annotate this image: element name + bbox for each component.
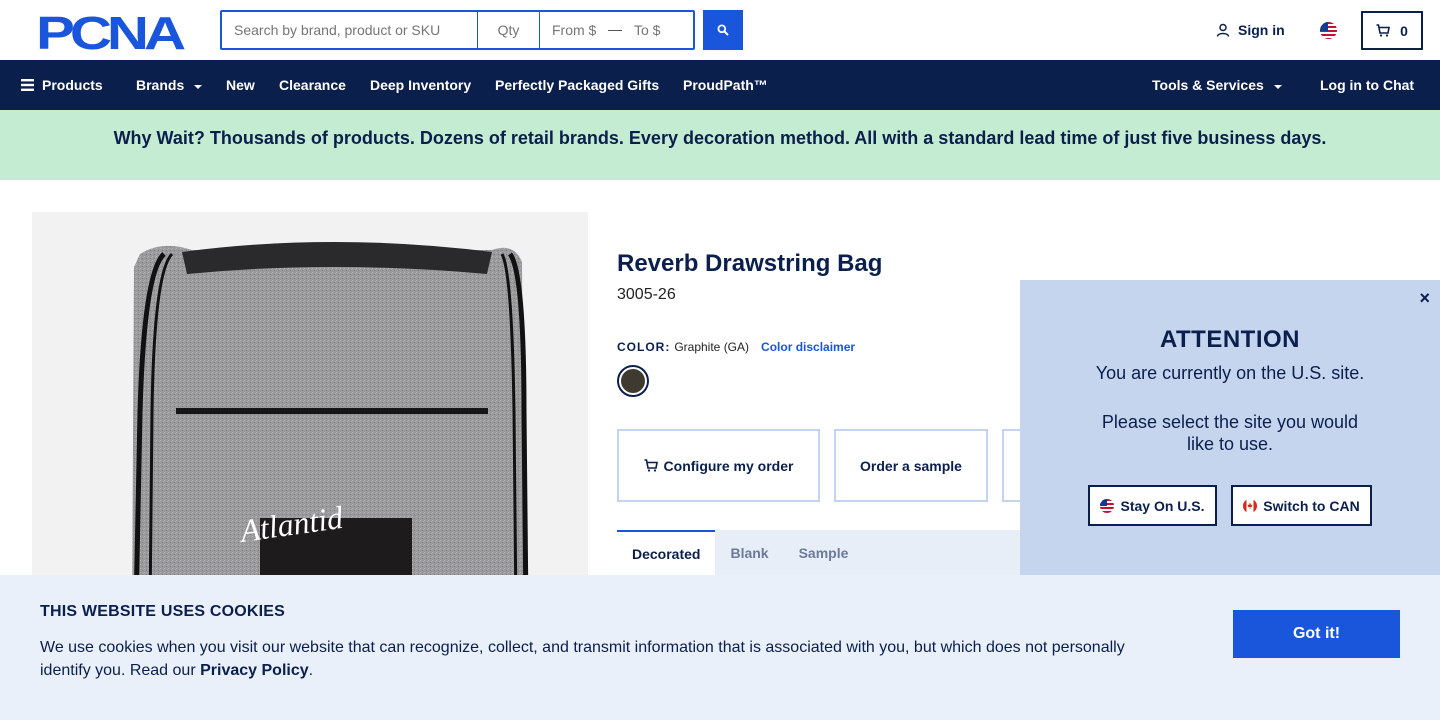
search-button[interactable] <box>703 10 743 50</box>
tab-decorated[interactable]: Decorated <box>617 530 716 575</box>
cart-count: 0 <box>1400 22 1408 39</box>
canada-flag-icon <box>1243 498 1258 513</box>
color-swatch-graphite[interactable] <box>617 365 649 397</box>
nav-brands[interactable]: Brands <box>136 60 203 110</box>
nav-deep-inventory[interactable]: Deep Inventory <box>370 60 471 110</box>
qty-input[interactable] <box>478 12 540 48</box>
switch-can-button[interactable]: Switch to CAN <box>1231 485 1372 526</box>
nav-clearance-label: Clearance <box>279 77 346 93</box>
search-bar <box>220 10 695 50</box>
sign-in-label: Sign in <box>1238 22 1285 38</box>
nav-new[interactable]: New <box>226 60 255 110</box>
color-label: COLOR: <box>617 340 671 354</box>
close-icon[interactable]: × <box>1419 288 1430 309</box>
color-disclaimer-link[interactable]: Color disclaimer <box>761 340 855 354</box>
popup-message: You are currently on the U.S. site. <box>1095 363 1365 383</box>
nav-products-label: Products <box>42 77 103 93</box>
color-value: Graphite (GA) <box>674 340 750 354</box>
cookie-text: We use cookies when you visit our websit… <box>40 636 1160 682</box>
chevron-down-icon <box>1273 84 1282 89</box>
search-input[interactable] <box>222 12 478 48</box>
tab-sample[interactable]: Sample <box>784 530 864 575</box>
popup-title: ATTENTION <box>1159 326 1301 353</box>
nav-brands-label: Brands <box>136 77 185 93</box>
nav-gifts-label: Perfectly Packaged Gifts <box>495 77 660 93</box>
logo-text: PCNA <box>36 11 185 51</box>
main-nav: Products Brands New Clearance Deep Inven… <box>0 60 1440 110</box>
configure-order-label: Configure my order <box>663 457 794 474</box>
cookie-title: THIS WEBSITE USES COOKIES <box>40 603 286 620</box>
menu-icon <box>21 79 34 91</box>
color-row: COLOR: Graphite (GA) Color disclaimer <box>617 340 855 354</box>
price-from-input[interactable] <box>540 12 608 48</box>
privacy-policy-link[interactable]: Privacy Policy <box>200 662 309 679</box>
cart-button[interactable]: 0 <box>1361 11 1423 50</box>
tab-blank[interactable]: Blank <box>715 530 783 575</box>
cart-icon <box>644 459 658 472</box>
site-header: PCNA Sign in 0 <box>0 0 1440 60</box>
cookie-period: . <box>308 662 314 679</box>
order-sample-button[interactable]: Order a sample <box>834 429 988 502</box>
nav-gifts[interactable]: Perfectly Packaged Gifts <box>495 60 659 110</box>
search-icon <box>717 24 729 36</box>
product-sku: 3005-26 <box>617 286 676 303</box>
promo-banner-text: Why Wait? Thousands of products. Dozens … <box>113 127 1327 148</box>
cart-icon <box>1376 24 1391 37</box>
switch-can-label: Switch to CAN <box>1263 497 1360 514</box>
chevron-down-icon <box>194 84 203 89</box>
price-to-input[interactable] <box>622 12 692 48</box>
stay-us-label: Stay On U.S. <box>1120 497 1205 514</box>
user-icon <box>1216 23 1230 37</box>
us-flag-icon <box>1100 498 1115 513</box>
stay-us-button[interactable]: Stay On U.S. <box>1088 485 1217 526</box>
cookie-banner: THIS WEBSITE USES COOKIES We use cookies… <box>0 575 1440 720</box>
nav-tools-label: Tools & Services <box>1152 77 1264 93</box>
nav-chat-label: Log in to Chat <box>1320 77 1415 93</box>
nav-tools-services[interactable]: Tools & Services <box>1152 60 1282 110</box>
nav-proudpath-label: ProudPath™ <box>683 77 768 93</box>
order-sample-label: Order a sample <box>860 457 962 474</box>
configure-order-button[interactable]: Configure my order <box>617 429 820 502</box>
us-flag-icon[interactable] <box>1320 22 1337 39</box>
nav-chat-login[interactable]: Log in to Chat <box>1320 60 1414 110</box>
site-select-popup: × ATTENTION You are currently on the U.S… <box>1020 280 1440 575</box>
nav-clearance[interactable]: Clearance <box>279 60 346 110</box>
nav-deep-inventory-label: Deep Inventory <box>370 77 472 93</box>
nav-new-label: New <box>226 77 255 93</box>
promo-banner: Why Wait? Thousands of products. Dozens … <box>0 110 1440 180</box>
accept-cookies-button[interactable]: Got it! <box>1233 610 1400 658</box>
price-range-dash <box>608 30 622 31</box>
popup-message-2: Please select the site you would like to… <box>1101 412 1359 454</box>
sign-in-link[interactable]: Sign in <box>1216 22 1285 38</box>
product-title: Reverb Drawstring Bag <box>617 250 883 277</box>
nav-products[interactable]: Products <box>21 60 103 110</box>
pcna-logo[interactable]: PCNA <box>36 11 186 51</box>
nav-proudpath[interactable]: ProudPath™ <box>683 60 768 110</box>
